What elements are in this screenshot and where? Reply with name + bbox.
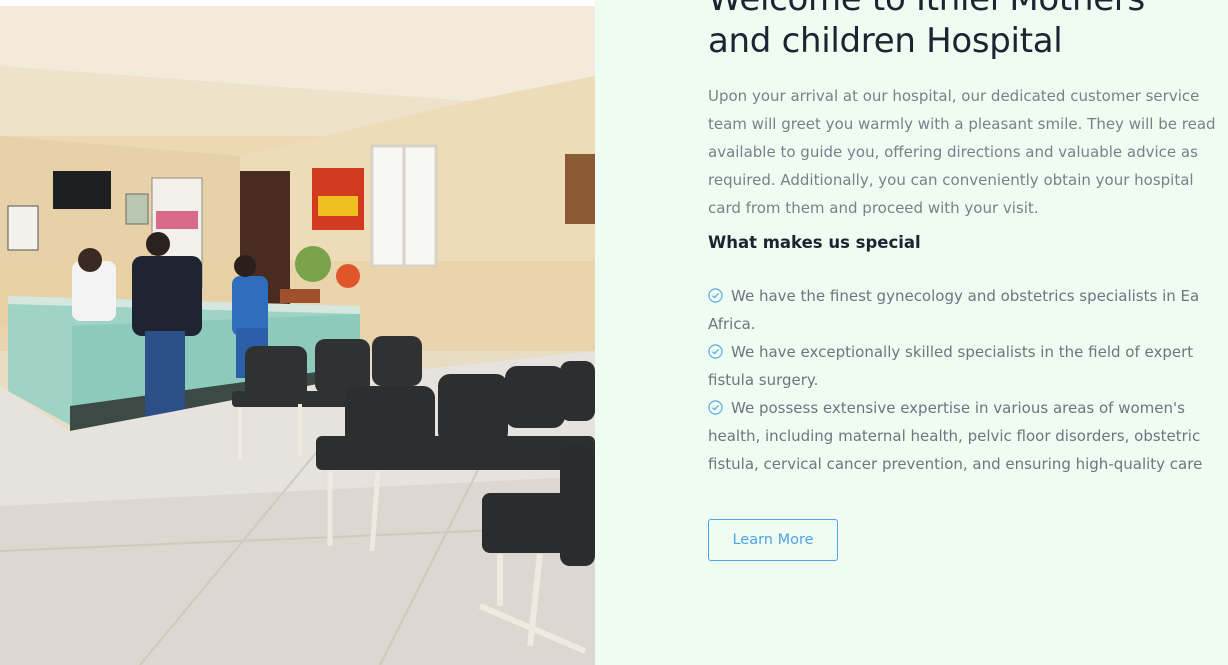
check-circle-icon <box>708 400 723 415</box>
welcome-heading-line-2: and children Hospital <box>708 21 1063 61</box>
about-section: Welcome to Ithiel Mothers and children H… <box>595 0 1228 665</box>
intro-line: Upon your arrival at our hospital, our d… <box>708 87 1200 105</box>
intro-line: card from them and proceed with your vis… <box>708 199 1039 217</box>
intro-line: available to guide you, offering directi… <box>708 143 1198 161</box>
learn-more-button[interactable]: Learn More <box>708 519 838 561</box>
special-heading: What makes us special <box>708 233 921 252</box>
list-item-text: fistula, cervical cancer prevention, and… <box>708 455 1203 473</box>
list-item: We possess extensive expertise in variou… <box>708 394 1228 478</box>
intro-line: required. Additionally, you can convenie… <box>708 171 1194 189</box>
intro-line: team will greet you warmly with a pleasa… <box>708 115 1216 133</box>
check-circle-icon <box>708 288 723 303</box>
check-circle-icon <box>708 344 723 359</box>
list-item-text: We have exceptionally skilled specialist… <box>731 343 1194 361</box>
list-item-text: fistula surgery. <box>708 371 819 389</box>
list-item-text: We possess extensive expertise in variou… <box>731 399 1185 417</box>
welcome-heading-line-1: Welcome to Ithiel Mothers <box>708 0 1228 20</box>
welcome-heading: Welcome to Ithiel Mothers and children H… <box>708 0 1228 62</box>
hospital-reception-photo <box>0 6 595 665</box>
intro-paragraph: Upon your arrival at our hospital, our d… <box>708 82 1228 222</box>
list-item: We have exceptionally skilled specialist… <box>708 338 1228 394</box>
list-item: We have the finest gynecology and obstet… <box>708 282 1228 338</box>
list-item-text: We have the finest gynecology and obstet… <box>731 287 1200 305</box>
list-item-text: Africa. <box>708 315 756 333</box>
special-list: We have the finest gynecology and obstet… <box>708 282 1228 478</box>
list-item-text: health, including maternal health, pelvi… <box>708 427 1201 445</box>
